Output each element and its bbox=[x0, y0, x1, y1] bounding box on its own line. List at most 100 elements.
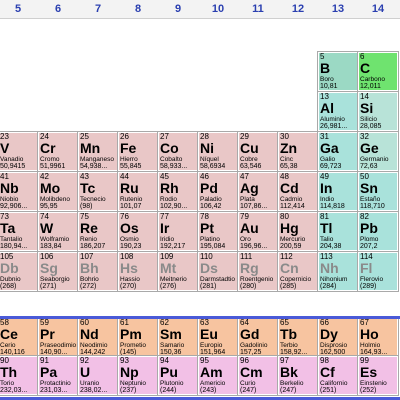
element-cell-eu[interactable]: 63 Eu Europio 151,964 bbox=[197, 317, 239, 358]
element-cell-cu[interactable]: 29 Cu Cobre 63,546 bbox=[237, 131, 279, 172]
element-symbol: Ge bbox=[360, 140, 379, 156]
element-cell-pm[interactable]: 61 Pm Prometio (145) bbox=[117, 317, 159, 358]
element-symbol: Pb bbox=[360, 220, 378, 236]
element-cell-am[interactable]: 95 Am Americio (243) bbox=[197, 355, 239, 396]
element-cell-ge[interactable]: 32 Ge Germanio 72,63 bbox=[357, 131, 399, 172]
element-cell-fl[interactable]: 114 Fl Flerovio (289) bbox=[357, 251, 399, 292]
element-cell-ho[interactable]: 67 Ho Holmio 164,93... bbox=[357, 317, 399, 358]
element-symbol: Es bbox=[360, 364, 378, 380]
atomic-mass: (276) bbox=[160, 283, 177, 290]
element-symbol: V bbox=[0, 140, 10, 156]
element-symbol: Ga bbox=[320, 140, 339, 156]
group-header-6: 6 bbox=[54, 3, 62, 15]
element-cell-np[interactable]: 93 Np Neptunio (237) bbox=[117, 355, 159, 396]
element-cell-tl[interactable]: 81 Tl Talio 204,38 bbox=[317, 211, 359, 252]
element-cell-si[interactable]: 14 Si Silicio 28,085 bbox=[357, 91, 399, 132]
element-cell-ga[interactable]: 31 Ga Galio 69,723 bbox=[317, 131, 359, 172]
element-symbol: U bbox=[80, 364, 91, 380]
element-cell-rh[interactable]: 45 Rh Rodio 102,90... bbox=[157, 171, 199, 212]
element-cell-zn[interactable]: 30 Zn Cinc 65,38 bbox=[277, 131, 319, 172]
element-cell-tc[interactable]: 43 Tc Tecnecio (98) bbox=[77, 171, 119, 212]
element-cell-mo[interactable]: 42 Mo Molibdeno 95,95 bbox=[37, 171, 79, 212]
element-symbol: Sg bbox=[40, 260, 58, 276]
element-cell-pr[interactable]: 59 Pr Praseodimio 140,90... bbox=[37, 317, 79, 358]
element-cell-cm[interactable]: 96 Cm Curio (247) bbox=[237, 355, 279, 396]
element-cell-in[interactable]: 49 In Indio 114,818 bbox=[317, 171, 359, 212]
atomic-mass: 192,217 bbox=[160, 243, 186, 250]
atomic-mass: (270) bbox=[120, 283, 137, 290]
element-cell-cd[interactable]: 48 Cd Cadmio 112,414 bbox=[277, 171, 319, 212]
element-cell-pb[interactable]: 82 Pb Plomo 207,2 bbox=[357, 211, 399, 252]
atomic-mass: 95,95 bbox=[40, 203, 58, 210]
element-symbol: Cd bbox=[280, 180, 299, 196]
element-symbol: Eu bbox=[200, 326, 218, 342]
element-cell-hg[interactable]: 80 Hg Mercurio 200,59 bbox=[277, 211, 319, 252]
atomic-mass: 183,84 bbox=[40, 243, 62, 250]
element-cell-gd[interactable]: 64 Gd Gadolinio 157,25 bbox=[237, 317, 279, 358]
atomic-mass: 102,90... bbox=[160, 203, 188, 210]
element-cell-au[interactable]: 79 Au Oro 196,96... bbox=[237, 211, 279, 252]
element-cell-al[interactable]: 13 Al Aluminio 26,981... bbox=[317, 91, 359, 132]
element-cell-co[interactable]: 27 Co Cobalto 58,933... bbox=[157, 131, 199, 172]
element-cell-th[interactable]: 90 Th Torio 232,03... bbox=[0, 355, 39, 396]
element-symbol: Rg bbox=[240, 260, 259, 276]
element-cell-ru[interactable]: 44 Ru Rutenio 101,07 bbox=[117, 171, 159, 212]
element-cell-b[interactable]: 5 B Boro 10,81 bbox=[317, 51, 359, 92]
element-cell-nd[interactable]: 60 Nd Neodimio 144,242 bbox=[77, 317, 119, 358]
element-cell-fe[interactable]: 26 Fe Hierro 55,845 bbox=[117, 131, 159, 172]
element-cell-v[interactable]: 23 V Vanadio 50,9415 bbox=[0, 131, 39, 172]
atomic-mass: 69,723 bbox=[320, 163, 342, 170]
element-cell-ag[interactable]: 47 Ag Plata 107,86... bbox=[237, 171, 279, 212]
element-cell-sg[interactable]: 106 Sg Seaborgio (271) bbox=[37, 251, 79, 292]
atomic-mass: 106,42 bbox=[200, 203, 222, 210]
element-symbol: Gd bbox=[240, 326, 260, 342]
atomic-mass: (272) bbox=[80, 283, 97, 290]
atomic-mass: 65,38 bbox=[280, 163, 298, 170]
element-cell-nh[interactable]: 113 Nh Nihonium (284) bbox=[317, 251, 359, 292]
element-cell-os[interactable]: 76 Os Osmio 190,23 bbox=[117, 211, 159, 252]
element-cell-pu[interactable]: 94 Pu Plutonio (244) bbox=[157, 355, 199, 396]
element-symbol: Al bbox=[320, 100, 334, 116]
element-cell-bk[interactable]: 97 Bk Berkelio (247) bbox=[277, 355, 319, 396]
element-symbol: Nh bbox=[320, 260, 339, 276]
element-cell-tb[interactable]: 65 Tb Terbio 158,92... bbox=[277, 317, 319, 358]
atomic-mass: 195,084 bbox=[200, 243, 226, 250]
element-cell-dy[interactable]: 66 Dy Disprosio 162,500 bbox=[317, 317, 359, 358]
element-cell-cn[interactable]: 112 Cn Copernicio (285) bbox=[277, 251, 319, 292]
element-cell-sn[interactable]: 50 Sn Estaño 118,710 bbox=[357, 171, 399, 212]
group-header-8: 8 bbox=[134, 3, 142, 15]
element-cell-re[interactable]: 75 Re Renio 186,207 bbox=[77, 211, 119, 252]
element-cell-u[interactable]: 92 U Uranio 238,02... bbox=[77, 355, 119, 396]
element-cell-c[interactable]: 6 C Carbono 12,011 bbox=[357, 51, 399, 92]
element-symbol: Dy bbox=[320, 326, 338, 342]
element-cell-es[interactable]: 99 Es Einstenio (252) bbox=[357, 355, 399, 396]
element-cell-mn[interactable]: 25 Mn Manganeso 54,938... bbox=[77, 131, 119, 172]
element-symbol: Pa bbox=[40, 364, 58, 380]
element-cell-pa[interactable]: 91 Pa Protactinio 231,03... bbox=[37, 355, 79, 396]
element-symbol: Sm bbox=[160, 326, 182, 342]
element-cell-mt[interactable]: 109 Mt Meitnerio (276) bbox=[157, 251, 199, 292]
element-symbol: Ta bbox=[0, 220, 16, 236]
atomic-mass: 58,6934 bbox=[200, 163, 226, 170]
element-cell-db[interactable]: 105 Db Dubnio (268) bbox=[0, 251, 39, 292]
element-cell-pt[interactable]: 78 Pt Platino 195,084 bbox=[197, 211, 239, 252]
element-cell-cr[interactable]: 24 Cr Cromo 51,9961 bbox=[37, 131, 79, 172]
element-cell-pd[interactable]: 46 Pd Paladio 106,42 bbox=[197, 171, 239, 212]
element-cell-ta[interactable]: 73 Ta Tantalio 180,94... bbox=[0, 211, 39, 252]
element-cell-ds[interactable]: 110 Ds Darmstadtio (281) bbox=[197, 251, 239, 292]
element-cell-nb[interactable]: 41 Nb Niobio 92,906... bbox=[0, 171, 39, 212]
element-cell-hs[interactable]: 108 Hs Hassio (270) bbox=[117, 251, 159, 292]
element-symbol: Nd bbox=[80, 326, 99, 342]
atomic-mass: (271) bbox=[40, 283, 57, 290]
element-cell-ni[interactable]: 28 Ni Níquel 58,6934 bbox=[197, 131, 239, 172]
element-cell-cf[interactable]: 98 Cf Californio (251) bbox=[317, 355, 359, 396]
element-cell-ce[interactable]: 58 Ce Cerio 140,116 bbox=[0, 317, 39, 358]
element-cell-rg[interactable]: 111 Rg Roentgenio (280) bbox=[237, 251, 279, 292]
element-cell-bh[interactable]: 107 Bh Bohrio (272) bbox=[77, 251, 119, 292]
element-cell-ir[interactable]: 77 Ir Iridio 192,217 bbox=[157, 211, 199, 252]
atomic-mass: 10,81 bbox=[320, 83, 338, 90]
atomic-mass: (244) bbox=[160, 387, 177, 394]
element-symbol: Co bbox=[160, 140, 179, 156]
element-cell-sm[interactable]: 62 Sm Samario 150,36 bbox=[157, 317, 199, 358]
element-cell-w[interactable]: 74 W Wolframio 183,84 bbox=[37, 211, 79, 252]
